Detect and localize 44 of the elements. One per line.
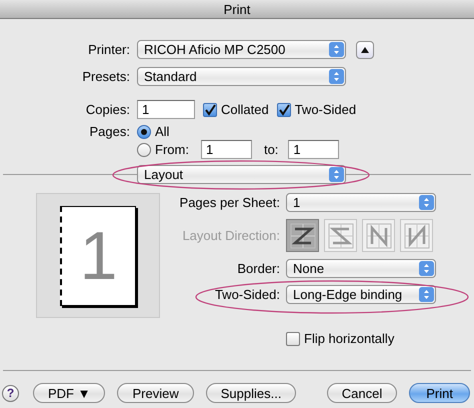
stepper-icon — [419, 195, 434, 210]
popup-button[interactable]: RICOH Aficio MP C2500 — [137, 40, 346, 59]
field-label: Layout Direction: — [181, 228, 280, 243]
from-field[interactable]: 1 — [200, 140, 252, 159]
field-label: Border: — [236, 261, 280, 276]
radio-label: From: — [155, 142, 189, 157]
dialog-button[interactable]: Cancel — [326, 383, 398, 403]
radio-button[interactable] — [137, 124, 151, 138]
pages-label: Pages: — [88, 124, 130, 139]
checkbox-label: Collated — [221, 102, 269, 117]
field-label: Two-Sided: — [214, 287, 280, 302]
field-label: Pages per Sheet: — [178, 195, 280, 210]
stepper-icon — [329, 69, 344, 84]
stepper-icon — [419, 261, 434, 276]
dialog-button[interactable]: Print — [409, 383, 470, 403]
checkbox-label: Flip horizontally — [304, 331, 394, 346]
to-label: to: — [264, 142, 278, 157]
radio-label: All — [155, 124, 170, 139]
dialog-button[interactable]: PDF ▼ — [33, 383, 106, 403]
checkbox[interactable] — [286, 332, 300, 346]
printer-label: Printer: — [87, 42, 130, 57]
to-field[interactable]: 1 — [288, 140, 340, 159]
disclosure-button[interactable] — [356, 40, 374, 58]
checkbox[interactable] — [203, 102, 217, 116]
presets-label: Presets: — [81, 69, 130, 84]
checkbox[interactable] — [276, 102, 291, 116]
popup-button[interactable]: Standard — [137, 67, 346, 86]
stepper-icon — [329, 167, 344, 182]
dialog-button[interactable]: Preview — [117, 383, 194, 403]
page-number: 1 — [80, 222, 118, 290]
popup-button[interactable]: 1 — [286, 193, 436, 212]
stepper-icon — [419, 287, 434, 302]
help-button[interactable]: ? — [2, 384, 19, 402]
radio-button[interactable] — [137, 142, 151, 156]
popup-button[interactable]: Layout — [137, 165, 346, 184]
window-title: Print — [224, 2, 250, 16]
copies-field[interactable]: 1 — [137, 100, 195, 119]
triangle-icon — [361, 46, 369, 52]
copies-label: Copies: — [84, 102, 130, 117]
stepper-icon — [329, 42, 344, 57]
dialog-button[interactable]: Supplies... — [206, 383, 296, 403]
popup-button[interactable]: None — [286, 259, 436, 278]
checkbox-label: Two-Sided — [294, 102, 356, 117]
popup-button[interactable]: Long-Edge binding — [286, 285, 436, 304]
